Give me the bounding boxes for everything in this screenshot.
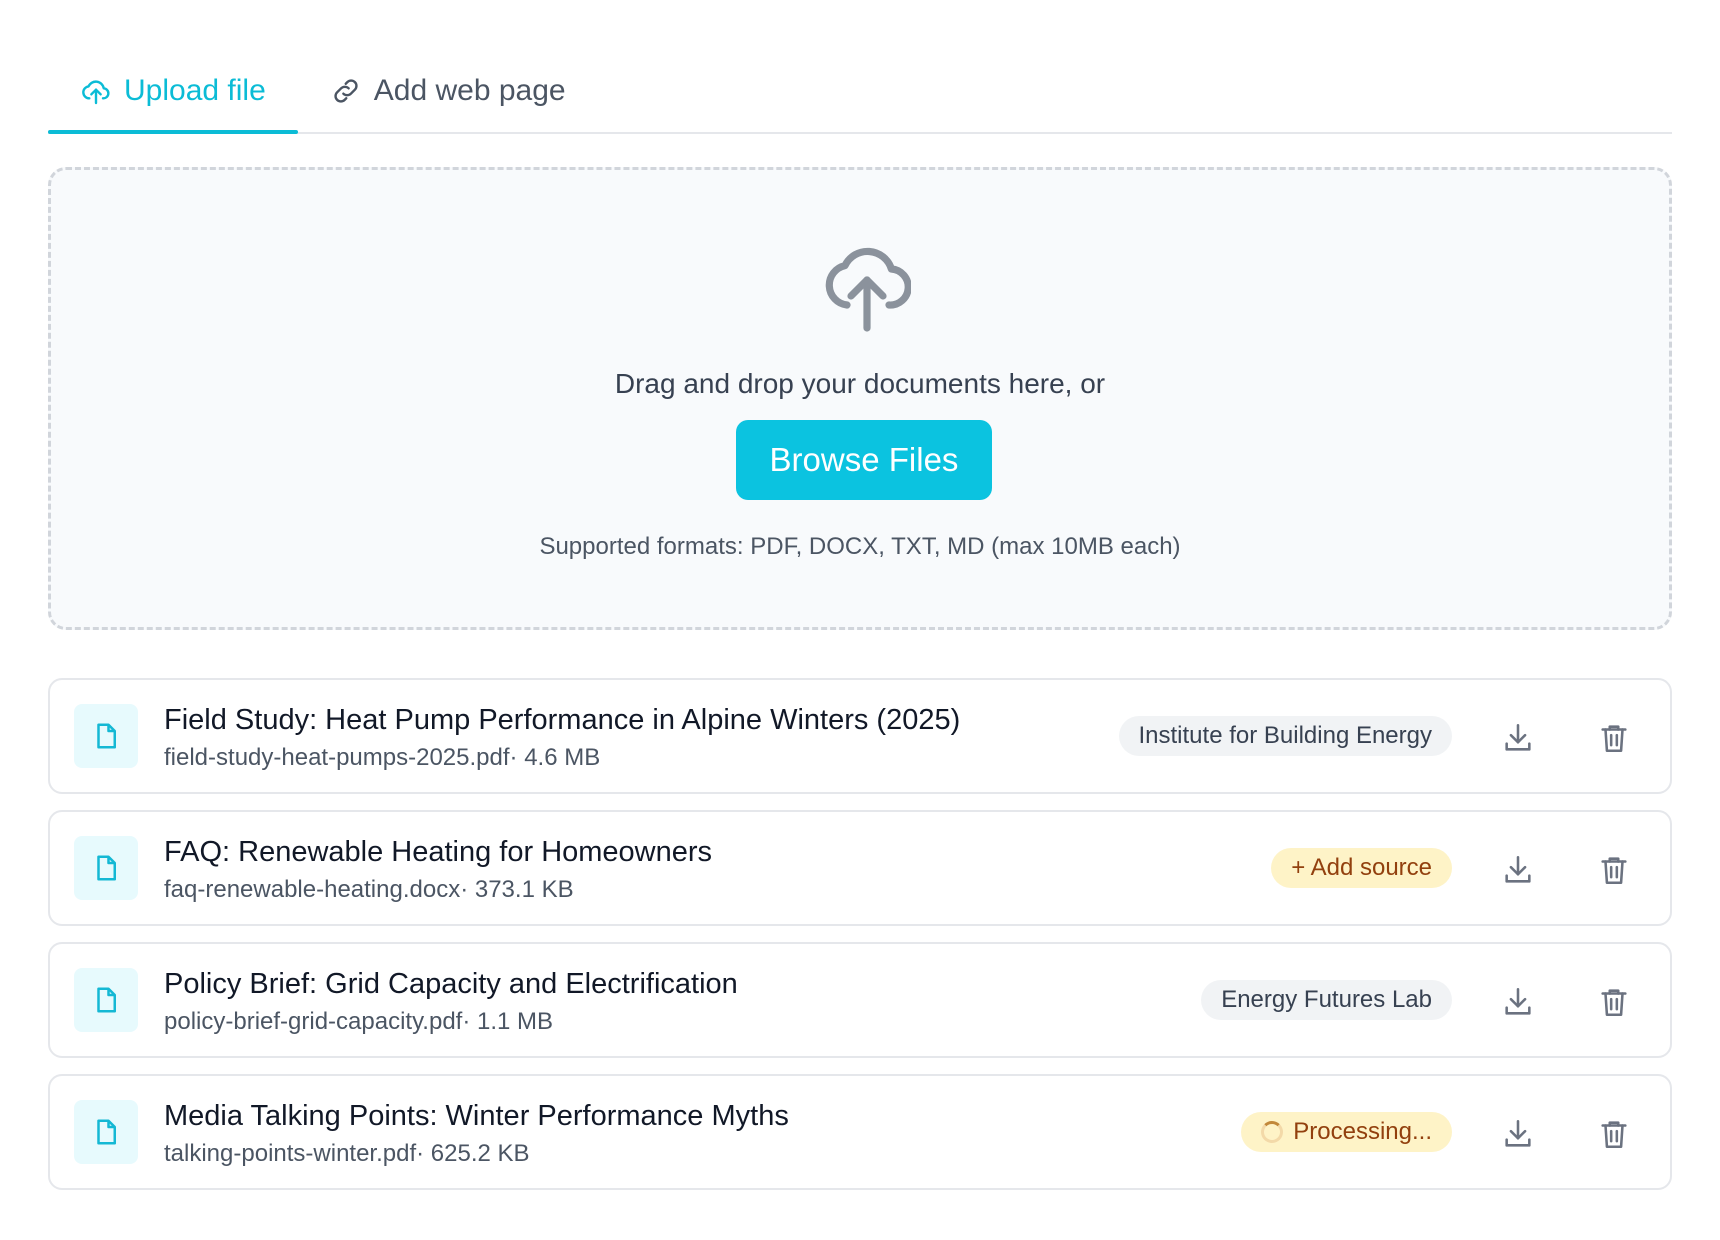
processing-label: Processing... bbox=[1293, 1118, 1432, 1145]
download-button[interactable] bbox=[1498, 982, 1538, 1022]
file-row: Media Talking Points: Winter Performance… bbox=[48, 1074, 1672, 1190]
trash-icon bbox=[1601, 989, 1627, 1017]
delete-button[interactable] bbox=[1594, 850, 1634, 890]
trash-icon bbox=[1601, 725, 1627, 753]
file-meta: field-study-heat-pumps-2025.pdf· 4.6 MB bbox=[164, 744, 601, 771]
dropzone-prompt: Drag and drop your documents here, or bbox=[614, 368, 1106, 399]
download-icon bbox=[1505, 855, 1531, 883]
cloud-upload-icon bbox=[82, 80, 110, 105]
file-row: FAQ: Renewable Heating for Homeowners fa… bbox=[48, 810, 1672, 926]
cloud-upload-icon bbox=[825, 247, 911, 332]
link-icon bbox=[334, 79, 358, 103]
browse-files-button[interactable]: Browse Files bbox=[736, 420, 992, 500]
tab-upload-file[interactable]: Upload file bbox=[48, 50, 298, 134]
download-button[interactable] bbox=[1498, 718, 1538, 758]
download-button[interactable] bbox=[1498, 1114, 1538, 1154]
trash-icon bbox=[1601, 857, 1627, 885]
file-title: Field Study: Heat Pump Performance in Al… bbox=[164, 704, 961, 736]
supported-formats-note: Supported formats: PDF, DOCX, TXT, MD (m… bbox=[539, 533, 1181, 560]
tab-add-web-page-label: Add web page bbox=[373, 74, 566, 107]
file-meta: faq-renewable-heating.docx· 373.1 KB bbox=[164, 876, 574, 903]
delete-button[interactable] bbox=[1594, 1114, 1634, 1154]
file-icon-container bbox=[74, 704, 138, 768]
tab-upload-file-label: Upload file bbox=[124, 74, 266, 107]
file-icon-container bbox=[74, 836, 138, 900]
delete-button[interactable] bbox=[1594, 718, 1634, 758]
file-meta: talking-points-winter.pdf· 625.2 KB bbox=[164, 1140, 530, 1167]
file-icon-container bbox=[74, 968, 138, 1032]
add-source-button[interactable]: + Add source bbox=[1271, 848, 1452, 888]
file-icon-container bbox=[74, 1100, 138, 1164]
document-icon bbox=[97, 855, 116, 881]
spinner-icon bbox=[1261, 1121, 1284, 1143]
file-title: Policy Brief: Grid Capacity and Electrif… bbox=[164, 968, 738, 1000]
source-badge[interactable]: Energy Futures Lab bbox=[1201, 980, 1452, 1020]
download-icon bbox=[1505, 987, 1531, 1015]
file-row: Policy Brief: Grid Capacity and Electrif… bbox=[48, 942, 1672, 1058]
delete-button[interactable] bbox=[1594, 982, 1634, 1022]
source-tabs: Upload file Add web page bbox=[48, 50, 1672, 134]
file-meta: policy-brief-grid-capacity.pdf· 1.1 MB bbox=[164, 1008, 554, 1035]
file-row: Field Study: Heat Pump Performance in Al… bbox=[48, 678, 1672, 794]
file-title: FAQ: Renewable Heating for Homeowners bbox=[164, 836, 713, 868]
document-icon bbox=[97, 1119, 116, 1145]
download-icon bbox=[1505, 1119, 1531, 1147]
download-icon bbox=[1505, 723, 1531, 751]
trash-icon bbox=[1601, 1121, 1627, 1149]
document-icon bbox=[97, 987, 116, 1013]
processing-badge: Processing... bbox=[1241, 1112, 1452, 1152]
download-button[interactable] bbox=[1498, 850, 1538, 890]
file-dropzone[interactable]: Drag and drop your documents here, or Br… bbox=[48, 167, 1672, 630]
file-list: Field Study: Heat Pump Performance in Al… bbox=[48, 678, 1672, 1206]
upload-panel: Upload file Add web page Drag and drop y… bbox=[0, 0, 1720, 1240]
document-icon bbox=[97, 723, 116, 749]
tab-add-web-page[interactable]: Add web page bbox=[298, 50, 598, 132]
file-title: Media Talking Points: Winter Performance… bbox=[164, 1100, 789, 1132]
source-badge[interactable]: Institute for Building Energy bbox=[1118, 716, 1452, 756]
